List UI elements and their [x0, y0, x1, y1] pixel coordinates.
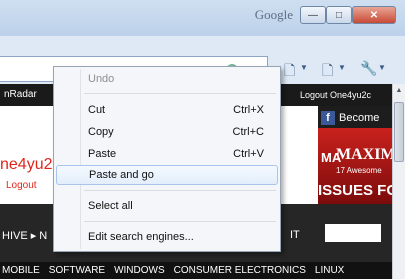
logout-red-link[interactable]: Logout: [6, 180, 37, 191]
category-software[interactable]: SOFTWARE: [49, 265, 105, 276]
chevron-down-icon[interactable]: ▼: [378, 63, 386, 72]
menu-item-paste[interactable]: Paste Ctrl+V: [56, 144, 278, 164]
menu-item-label: Select all: [88, 200, 133, 212]
minimize-button[interactable]: —: [300, 6, 326, 24]
menu-item-label: Paste and go: [89, 169, 154, 181]
ad-maxim-logo: MAXIM: [336, 146, 396, 163]
menu-item-shortcut: Ctrl+X: [233, 104, 264, 116]
scroll-up-arrow-icon[interactable]: ▲: [393, 84, 405, 98]
menu-item-label: Undo: [88, 73, 115, 85]
maximize-button[interactable]: □: [326, 6, 352, 24]
menu-item-shortcut: Ctrl+V: [233, 148, 264, 160]
menu-separator: [84, 221, 276, 222]
category-consumer-electronics[interactable]: CONSUMER ELECTRONICS: [174, 265, 306, 276]
facebook-icon[interactable]: f: [321, 111, 335, 125]
become-fan-link[interactable]: Become: [339, 112, 379, 124]
ad-text-awesome: 17 Awesome: [336, 166, 382, 175]
site-search-input[interactable]: [325, 224, 381, 242]
menu-item-shortcut: Ctrl+C: [232, 126, 264, 138]
category-bar: MOBILE SOFTWARE WINDOWS CONSUMER ELECTRO…: [0, 262, 392, 279]
category-mobile[interactable]: MOBILE: [2, 265, 40, 276]
nav-site-name[interactable]: nRadar: [4, 89, 37, 100]
category-windows[interactable]: WINDOWS: [114, 265, 165, 276]
menu-item-label: Cut: [88, 104, 106, 116]
scroll-thumb[interactable]: [394, 102, 404, 162]
menu-item-label: Edit search engines...: [88, 231, 194, 243]
browser-brand-label: Google: [254, 7, 293, 22]
chevron-down-icon[interactable]: ▼: [300, 63, 308, 72]
menu-item-select-all[interactable]: Select all: [56, 196, 278, 216]
category-linux[interactable]: LINUX: [315, 265, 344, 276]
vertical-scrollbar[interactable]: ▲: [392, 84, 405, 279]
menu-item-edit-search-engines[interactable]: Edit search engines...: [56, 227, 278, 247]
page-menu-icon[interactable]: 🗋: [284, 60, 295, 84]
menu-item-label: Paste: [88, 148, 117, 160]
twitter-link[interactable]: itter: [294, 112, 311, 123]
context-menu: Undo Cut Ctrl+X Copy Ctrl+C Paste Ctrl+V…: [53, 66, 281, 252]
username-label: ne4yu2: [0, 156, 53, 173]
logout-link[interactable]: Logout One4yu2c: [300, 90, 371, 100]
nav-it-link[interactable]: IT: [290, 229, 300, 241]
nav-archive-link[interactable]: HIVE ▸ N: [2, 229, 47, 242]
menu-item-label: Copy: [88, 126, 114, 138]
chevron-down-icon[interactable]: ▼: [338, 63, 346, 72]
tools-wrench-icon[interactable]: 🔧: [360, 60, 377, 77]
menu-item-paste-and-go[interactable]: Paste and go: [56, 165, 278, 185]
menu-item-undo[interactable]: Undo: [56, 69, 278, 89]
menu-separator: [84, 190, 276, 191]
page-icon[interactable]: 🗋: [322, 60, 333, 84]
menu-item-copy[interactable]: Copy Ctrl+C: [56, 122, 278, 142]
menu-separator: [84, 93, 276, 94]
menu-item-cut[interactable]: Cut Ctrl+X: [56, 100, 278, 120]
close-button[interactable]: ✕: [352, 6, 396, 24]
